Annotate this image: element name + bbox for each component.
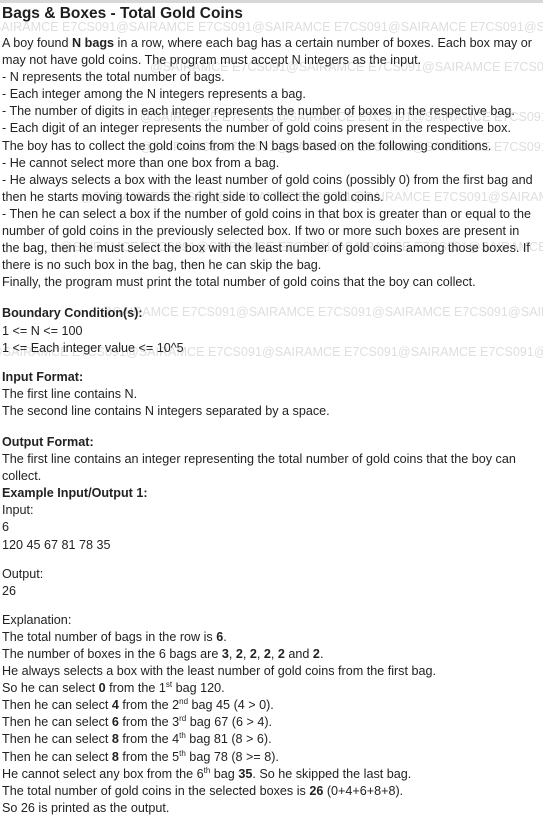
explanation-step: Then he can select 8 from the 4th bag 81…: [2, 731, 272, 747]
output-label: Output:: [2, 566, 44, 581]
explanation-line: The total number of bags in the row is 6…: [2, 629, 227, 644]
problem-statement: Bags & Boxes - Total Gold Coins A boy fo…: [0, 3, 543, 817]
bullet-item: - Each digit of an integer represents th…: [2, 121, 511, 136]
input-label: Input:: [2, 503, 34, 518]
conditions-intro: The boy has to collect the gold coins fr…: [2, 138, 492, 153]
explanation-step: Then he can select 8 from the 5th bag 78…: [2, 748, 279, 764]
example-input-line: 6: [2, 520, 10, 535]
explanation-step: Then he can select 4 from the 2nd bag 45…: [2, 697, 274, 713]
example-input-line: 120 45 67 81 78 35: [2, 537, 111, 552]
explanation-line: The total number of gold coins in the se…: [2, 783, 404, 798]
explanation-line: So he can select 0 from the 1st bag 120.: [2, 680, 225, 696]
bullet-item: - N represents the total number of bags.: [2, 70, 225, 85]
condition-item: - He cannot select more than one box fro…: [2, 155, 280, 170]
explanation-label: Explanation:: [2, 612, 72, 627]
bullet-item: - Each integer among the N integers repr…: [2, 87, 306, 102]
bullet-item: - The number of digits in each integer r…: [2, 104, 515, 119]
input-format-line: The first line contains N.: [2, 386, 138, 401]
intro-paragraph: A boy found N bags in a row, where each …: [2, 36, 532, 68]
output-format-text: The first line contains an integer repre…: [2, 452, 516, 484]
output-format-heading: Output Format:: [2, 434, 94, 449]
explanation-line: So 26 is printed as the output.: [2, 800, 170, 815]
explanation-line: He always selects a box with the least n…: [2, 664, 436, 679]
explanation-line: The number of boxes in the 6 bags are 3,…: [2, 647, 324, 661]
condition-item: - He always selects a box with the least…: [2, 172, 533, 204]
input-format-line: The second line contains N integers sepa…: [2, 403, 330, 418]
explanation-line: He cannot select any box from the 6th ba…: [2, 765, 412, 781]
example-output-line: 26: [2, 583, 17, 598]
example-heading: Example Input/Output 1:: [2, 486, 148, 501]
page-title: Bags & Boxes - Total Gold Coins: [2, 5, 243, 22]
boundary-line: 1 <= Each integer value <= 10^5: [2, 340, 184, 355]
final-sentence: Finally, the program must print the tota…: [2, 275, 476, 290]
explanation-step: Then he can select 6 from the 3rd bag 67…: [2, 714, 273, 730]
condition-item: - Then he can select a box if the number…: [2, 206, 532, 273]
input-format-heading: Input Format:: [2, 369, 84, 384]
boundary-heading: Boundary Condition(s):: [2, 306, 143, 321]
boundary-line: 1 <= N <= 100: [2, 323, 83, 338]
